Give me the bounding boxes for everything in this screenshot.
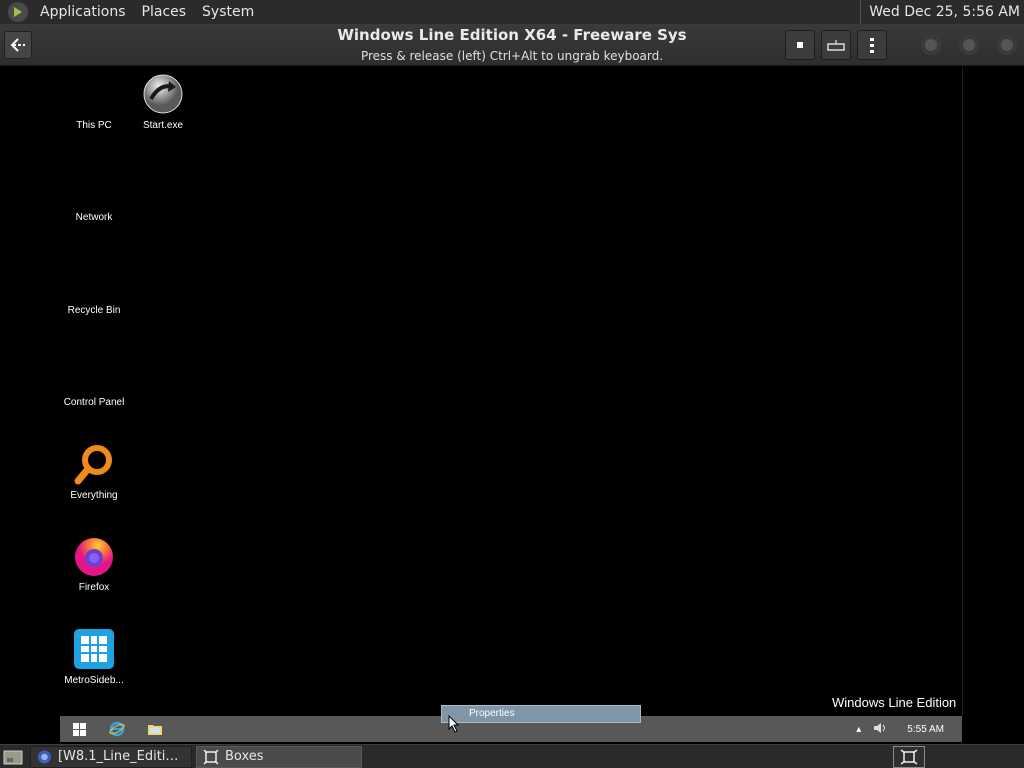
network-icon bbox=[72, 164, 116, 208]
desktop-icon-control-panel[interactable]: Control Panel bbox=[54, 349, 134, 408]
mouse-pointer-icon bbox=[448, 715, 460, 733]
guest-tray-clock[interactable]: 5:55 AM bbox=[893, 724, 962, 735]
guest-explorer-button[interactable] bbox=[136, 716, 174, 742]
distro-logo-icon[interactable] bbox=[8, 2, 28, 22]
desktop-icon-everything[interactable]: Everything bbox=[54, 442, 134, 501]
maximize-button[interactable] bbox=[959, 35, 979, 55]
browser-icon bbox=[37, 749, 52, 764]
this-pc-icon bbox=[72, 72, 116, 116]
desktop-icon-recycle-bin[interactable]: Recycle Bin bbox=[54, 257, 134, 316]
desktop-icon-label: Firefox bbox=[78, 582, 110, 593]
menu-applications[interactable]: Applications bbox=[32, 0, 134, 24]
boxes-icon bbox=[203, 748, 219, 765]
minimize-button[interactable] bbox=[921, 35, 941, 55]
file-explorer-icon bbox=[148, 725, 162, 735]
send-keys-button[interactable] bbox=[821, 30, 851, 60]
control-panel-icon bbox=[72, 349, 116, 393]
guest-screen-edge bbox=[962, 66, 963, 716]
guest-start-button[interactable] bbox=[60, 716, 98, 742]
start-exe-icon bbox=[141, 72, 185, 116]
desktop-icon-label: Network bbox=[75, 212, 113, 223]
tray-expand-icon[interactable]: ▴ bbox=[850, 724, 867, 735]
desktop-icon-label: MetroSideb... bbox=[64, 675, 124, 686]
desktop-icon-this-pc[interactable]: This PC bbox=[54, 72, 134, 131]
keyboard-icon bbox=[827, 40, 845, 51]
edition-watermark: Windows Line Edition bbox=[832, 695, 957, 710]
guest-ie-button[interactable] bbox=[98, 716, 136, 742]
guest-system-tray: ▴ 5:55 AM bbox=[850, 716, 962, 742]
internet-explorer-icon bbox=[109, 721, 125, 737]
stop-icon bbox=[797, 42, 803, 48]
desktop-icon-network[interactable]: Network bbox=[54, 164, 134, 223]
menu-places[interactable]: Places bbox=[134, 0, 195, 24]
boxes-header-bar: Windows Line Edition X64 - Freeware Sys … bbox=[0, 24, 1024, 66]
recycle-bin-icon bbox=[72, 257, 116, 301]
desktop-icon-metro-sidebar[interactable]: MetroSideb... bbox=[54, 627, 134, 686]
taskbar-item-boxes[interactable]: Boxes bbox=[196, 745, 362, 768]
close-button[interactable] bbox=[997, 35, 1017, 55]
firefox-icon bbox=[72, 534, 116, 578]
taskbar-item-vm-browser[interactable]: [W8.1_Line_Edition... bbox=[30, 745, 192, 768]
volume-icon[interactable] bbox=[867, 722, 893, 737]
boxes-tray-button[interactable] bbox=[893, 746, 925, 768]
host-top-panel: Applications Places System Wed Dec 25, 5… bbox=[0, 0, 1024, 24]
windows-logo-icon bbox=[72, 722, 86, 736]
show-desktop-button[interactable] bbox=[0, 746, 26, 768]
boxes-tray-icon bbox=[900, 749, 918, 765]
desktop-icon-label: Control Panel bbox=[63, 397, 125, 408]
stop-button[interactable] bbox=[785, 30, 815, 60]
properties-menu-item[interactable]: Properties bbox=[441, 705, 641, 723]
desktop-icon-firefox[interactable]: Firefox bbox=[54, 534, 134, 593]
show-desktop-icon bbox=[3, 750, 23, 764]
host-bottom-panel: [W8.1_Line_Edition... Boxes bbox=[0, 744, 1024, 768]
properties-menu-button[interactable] bbox=[857, 30, 887, 60]
vertical-ellipsis-icon bbox=[870, 38, 874, 53]
desktop-icon-label: Recycle Bin bbox=[67, 305, 121, 316]
desktop-icon-start-exe[interactable]: Start.exe bbox=[123, 72, 203, 131]
guest-display[interactable]: This PC Start.exe Network Recycle Bin Co… bbox=[0, 66, 1024, 742]
host-menu-bar: Applications Places System bbox=[0, 0, 262, 24]
desktop-icon-label: Everything bbox=[70, 490, 118, 501]
desktop-icon-label: Start.exe bbox=[142, 120, 184, 131]
desktop-icon-label: This PC bbox=[76, 120, 112, 131]
menu-system[interactable]: System bbox=[194, 0, 262, 24]
host-clock[interactable]: Wed Dec 25, 5:56 AM bbox=[860, 0, 1020, 24]
everything-search-icon bbox=[72, 442, 116, 486]
metro-sidebar-icon bbox=[72, 627, 116, 671]
